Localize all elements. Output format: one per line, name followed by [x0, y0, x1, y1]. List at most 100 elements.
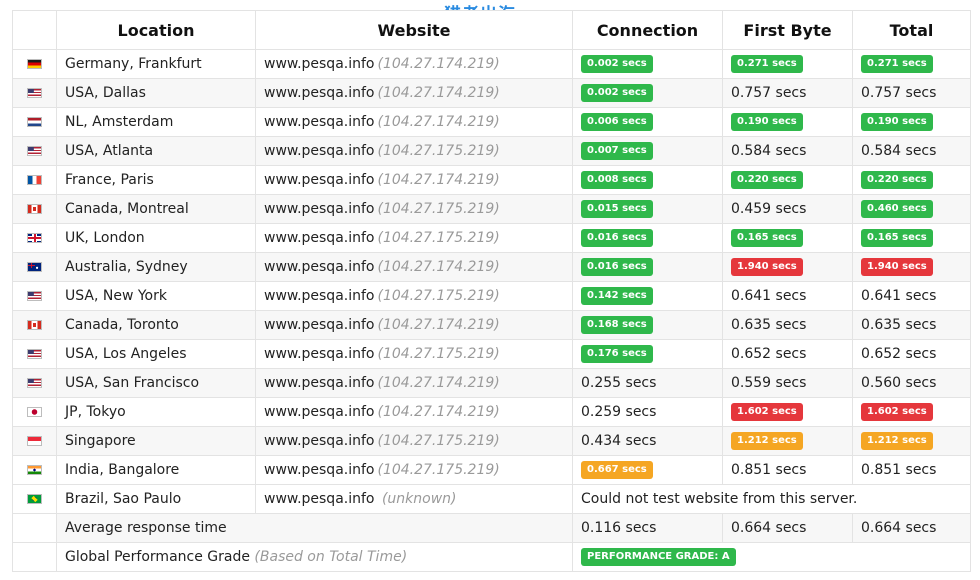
speed-test-results: 猎者出海 Location Website Connection First B… [0, 0, 980, 580]
table-row: Australia, Sydney www.pesqa.info (104.27.1… [12, 252, 971, 282]
flag-cell [12, 165, 57, 195]
australia-flag-icon [27, 262, 42, 272]
time-badge: 0.220 secs [861, 171, 933, 189]
website-ip: (104.27.175.219) [377, 288, 500, 304]
total-cell: 0.641 secs [852, 281, 971, 311]
website-cell: www.pesqa.info (104.27.174.219) [255, 49, 573, 79]
website-cell: www.pesqa.info (104.27.174.219) [255, 310, 573, 340]
website-cell: www.pesqa.info (104.27.174.219) [255, 107, 573, 137]
grade-label: Global Performance Grade [65, 549, 250, 565]
location-cell: Brazil, Sao Paulo [56, 484, 256, 514]
website-host: www.pesqa.info [264, 404, 375, 420]
netherlands-flag-icon [27, 117, 42, 127]
average-row: Average response time 0.116 secs 0.664 s… [12, 513, 971, 543]
connection-cell: 0.434 secs [572, 426, 723, 456]
connection-cell: 0.008 secs [572, 165, 723, 195]
website-host: www.pesqa.info [264, 288, 375, 304]
website-cell: www.pesqa.info (104.27.174.219) [255, 252, 573, 282]
first-byte-cell: 0.652 secs [722, 339, 853, 369]
website-ip: (104.27.175.219) [377, 143, 500, 159]
flag-cell [12, 49, 57, 79]
website-host: www.pesqa.info [264, 259, 375, 275]
time-badge: 0.460 secs [861, 200, 933, 218]
total-cell: 0.220 secs [852, 165, 971, 195]
time-badge: 0.220 secs [731, 171, 803, 189]
table-row: USA, New York www.pesqa.info (104.27.175.2… [12, 281, 971, 311]
table-row: France, Paris www.pesqa.info (104.27.174.2… [12, 165, 971, 195]
flag-cell [12, 136, 57, 166]
total-cell: 0.560 secs [852, 368, 971, 398]
first-byte-cell: 0.559 secs [722, 368, 853, 398]
total-cell: 1.212 secs [852, 426, 971, 456]
total-cell: 0.271 secs [852, 49, 971, 79]
time-badge: 0.165 secs [731, 229, 803, 247]
time-badge: 0.142 secs [581, 287, 653, 305]
performance-grade-text: PERFORMANCE GRADE: [587, 551, 719, 562]
japan-flag-icon [27, 407, 42, 417]
time-badge: 1.940 secs [861, 258, 933, 276]
first-byte-cell: 1.940 secs [722, 252, 853, 282]
website-cell: www.pesqa.info (104.27.174.219) [255, 397, 573, 427]
total-cell: 1.602 secs [852, 397, 971, 427]
total-cell: 0.851 secs [852, 455, 971, 485]
table-row: Canada, Toronto www.pesqa.info (104.27.174… [12, 310, 971, 340]
performance-grade-value: A [721, 551, 730, 562]
flag-cell [12, 310, 57, 340]
website-host: www.pesqa.info [264, 201, 375, 217]
flag-cell [12, 426, 57, 456]
average-spacer-cell [12, 513, 57, 543]
total-cell: 0.652 secs [852, 339, 971, 369]
location-cell: Singapore [56, 426, 256, 456]
website-host: www.pesqa.info [264, 230, 375, 246]
table-row: Singapore www.pesqa.info (104.27.175.219) 0… [12, 426, 971, 456]
connection-cell: 0.016 secs [572, 252, 723, 282]
india-flag-icon [27, 465, 42, 475]
website-host: www.pesqa.info [264, 346, 375, 362]
grade-label-cell: Global Performance Grade (Based on Total… [56, 542, 573, 572]
time-badge: 0.002 secs [581, 84, 653, 102]
table-row: NL, Amsterdam www.pesqa.info (104.27.174.2… [12, 107, 971, 137]
location-cell: NL, Amsterdam [56, 107, 256, 137]
website-ip: (104.27.174.219) [377, 317, 500, 333]
time-badge: 0.008 secs [581, 171, 653, 189]
website-host: www.pesqa.info [264, 143, 375, 159]
table-row: JP, Tokyo www.pesqa.info (104.27.174.219) 0… [12, 397, 971, 427]
time-badge: 0.176 secs [581, 345, 653, 363]
location-cell: France, Paris [56, 165, 256, 195]
total-cell: 0.190 secs [852, 107, 971, 137]
website-ip: (104.27.175.219) [377, 462, 500, 478]
connection-cell: 0.002 secs [572, 49, 723, 79]
grade-note: (Based on Total Time) [254, 549, 408, 565]
flag-cell [12, 281, 57, 311]
website-host: www.pesqa.info [264, 491, 375, 507]
flag-cell [12, 252, 57, 282]
website-cell: www.pesqa.info (104.27.174.219) [255, 368, 573, 398]
first-byte-cell: 0.459 secs [722, 194, 853, 224]
flag-cell [12, 455, 57, 485]
time-badge: 1.212 secs [731, 432, 803, 450]
time-badge: 0.190 secs [731, 113, 803, 131]
table-row: USA, San Francisco www.pesqa.info (104.27.… [12, 368, 971, 398]
website-ip: (104.27.174.219) [377, 114, 500, 130]
time-badge: 0.271 secs [731, 55, 803, 73]
website-column-header: Website [255, 10, 573, 50]
time-badge: 0.006 secs [581, 113, 653, 131]
error-message-cell: Could not test website from this server. [572, 484, 971, 514]
usa-flag-icon [27, 378, 42, 388]
grade-badge-cell: PERFORMANCE GRADE: A [572, 542, 971, 572]
website-host: www.pesqa.info [264, 375, 375, 391]
time-badge: 1.940 secs [731, 258, 803, 276]
brazil-row: Brazil, Sao Paulo www.pesqa.info (unknow… [12, 484, 971, 514]
location-column-header: Location [56, 10, 256, 50]
table-row: India, Bangalore www.pesqa.info (104.27.17… [12, 455, 971, 485]
connection-cell: 0.168 secs [572, 310, 723, 340]
usa-flag-icon [27, 146, 42, 156]
total-cell: 0.460 secs [852, 194, 971, 224]
flag-cell [12, 78, 57, 108]
website-cell: www.pesqa.info (104.27.175.219) [255, 281, 573, 311]
time-badge: 0.667 secs [581, 461, 653, 479]
first-byte-cell: 0.220 secs [722, 165, 853, 195]
usa-flag-icon [27, 349, 42, 359]
total-cell: 0.584 secs [852, 136, 971, 166]
location-cell: USA, San Francisco [56, 368, 256, 398]
